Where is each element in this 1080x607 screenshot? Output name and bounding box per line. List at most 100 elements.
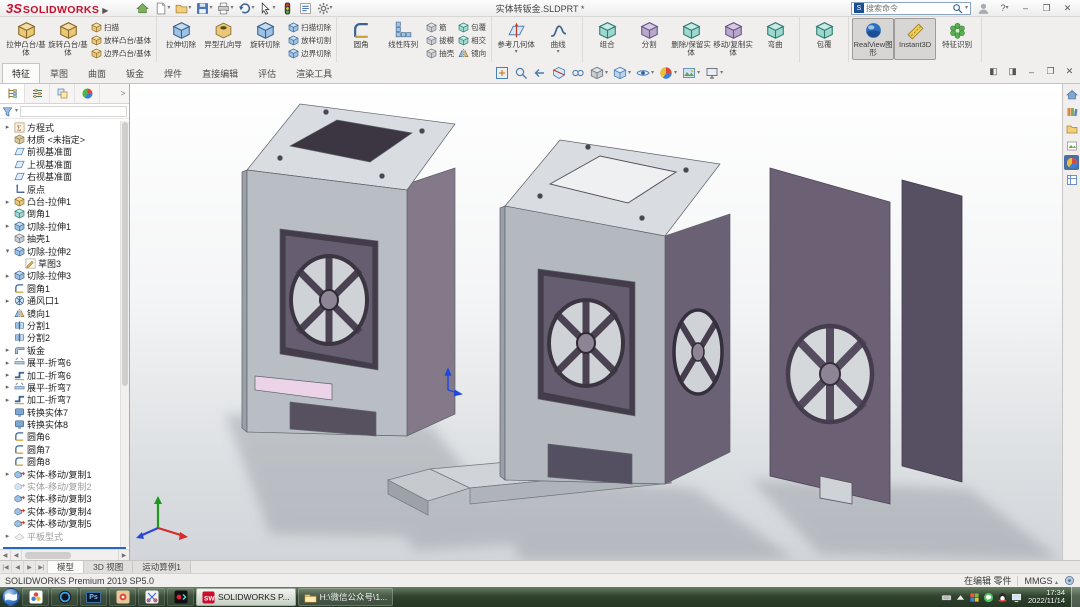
dropdown-icon[interactable]: ▾ xyxy=(720,70,723,76)
doctab-model[interactable]: 模型 xyxy=(48,561,84,573)
tree-item[interactable]: ▾切除-拉伸2 xyxy=(0,245,129,257)
tree-item[interactable]: ▸切除-拉伸1 xyxy=(0,220,129,232)
dropdown-icon[interactable]: ▾ xyxy=(651,70,654,76)
new-document-button[interactable]: ▾ xyxy=(152,1,172,16)
tree-item[interactable]: 实体-移动/复制3 xyxy=(0,493,129,505)
fillet-button[interactable]: 圆角 xyxy=(340,18,382,60)
minimize-button[interactable]: – xyxy=(1017,1,1034,16)
design-library-tab[interactable] xyxy=(1064,104,1079,119)
taskbar-app-launcher-colorful[interactable] xyxy=(22,588,49,606)
taskbar-clock[interactable]: 17:34 2022/11/14 xyxy=(1028,589,1065,606)
taskbar-folder-window[interactable]: H:\微信公众号\1... xyxy=(298,588,394,606)
tree-item[interactable]: 圆角7 xyxy=(0,443,129,455)
pane-tabs-overflow[interactable]: > xyxy=(117,84,129,103)
display-style-button[interactable]: ▾ xyxy=(612,65,632,81)
save-button[interactable]: ▾ xyxy=(194,1,214,16)
sweep-cut-button[interactable]: 扫描切除 xyxy=(288,21,331,33)
dropdown-icon[interactable]: ▾ xyxy=(674,70,677,76)
open-button[interactable]: ▾ xyxy=(173,1,193,16)
tree-item[interactable]: 实体-移动/复制2 xyxy=(0,480,129,492)
tree-item[interactable]: 材质 <未指定> xyxy=(0,133,129,145)
instant3d-button[interactable]: Instant3D xyxy=(894,18,936,60)
wrap-button[interactable]: 包覆 xyxy=(458,21,486,33)
tab-surfaces[interactable]: 曲面 xyxy=(78,63,116,83)
expand-icon[interactable]: ▸ xyxy=(3,470,12,478)
menu-flyout-icon[interactable]: ▶ xyxy=(102,6,108,15)
tree-item[interactable]: ▸Σ方程式 xyxy=(0,121,129,133)
tree-item[interactable]: 圆角8 xyxy=(0,456,129,468)
feature-recognition-button[interactable]: 特征识别 xyxy=(936,18,978,60)
tree-item[interactable]: 上视基准面 xyxy=(0,158,129,170)
show-hidden-icon[interactable] xyxy=(955,592,966,603)
tree-item[interactable]: 实体-移动/复制4 xyxy=(0,505,129,517)
taskbar-app-orange-capture[interactable] xyxy=(109,588,136,606)
tree-item[interactable]: ▸展平-折弯6 xyxy=(0,356,129,368)
tree-item[interactable]: ▸凸台-拉伸1 xyxy=(0,195,129,207)
combine-button[interactable]: 组合 xyxy=(586,18,628,60)
doctab-nav-3[interactable]: ▶| xyxy=(36,561,48,573)
dropdown-icon[interactable]: ▾ xyxy=(515,49,518,55)
mirror-button[interactable]: 镜向 xyxy=(458,47,486,59)
taskbar-photoshop[interactable]: Ps xyxy=(80,588,107,606)
tree-item[interactable]: ▸切除-拉伸3 xyxy=(0,270,129,282)
tree-item[interactable]: 倒角1 xyxy=(0,208,129,220)
display-icon[interactable] xyxy=(1011,592,1022,603)
tree-item[interactable]: ▸加工-折弯6 xyxy=(0,369,129,381)
reference-geometry-button[interactable]: 参考几何体▾ xyxy=(495,18,537,60)
unit-system[interactable]: MMGS ▴ xyxy=(1024,576,1058,586)
tree-item[interactable]: ▸实体-移动/复制1 xyxy=(0,468,129,480)
login-icon[interactable] xyxy=(975,1,992,16)
dropdown-icon[interactable]: ▾ xyxy=(605,70,608,76)
expand-icon[interactable]: ▸ xyxy=(3,532,12,540)
filter-input[interactable] xyxy=(20,106,127,117)
appearances-tab[interactable] xyxy=(1064,155,1079,170)
doctab-nav-2[interactable]: ▶ xyxy=(24,561,36,573)
edit-appearance-button[interactable]: ▾ xyxy=(658,65,678,81)
dropdown-icon[interactable]: ▾ xyxy=(251,5,254,11)
tree-item[interactable]: 分割2 xyxy=(0,332,129,344)
windows-update-icon[interactable] xyxy=(969,592,980,603)
tab-features[interactable]: 特征 xyxy=(2,63,40,83)
taskbar-app-oc-black[interactable] xyxy=(167,588,194,606)
tree-item[interactable]: 镜向1 xyxy=(0,307,129,319)
doctab-nav-0[interactable]: |◀ xyxy=(0,561,12,573)
keyboard-icon[interactable] xyxy=(941,592,952,603)
tree-item[interactable]: ▸加工-折弯7 xyxy=(0,394,129,406)
flex-button[interactable]: 弯曲 xyxy=(754,18,796,60)
dropdown-icon[interactable]: ▾ xyxy=(209,5,212,11)
doctab-other[interactable]: 运动算例1 xyxy=(133,561,191,573)
tree-item[interactable]: ▸展平-折弯7 xyxy=(0,381,129,393)
graphics-area[interactable] xyxy=(130,84,1062,560)
search-icon[interactable] xyxy=(952,3,963,14)
scroll-right-icon[interactable]: ▶ xyxy=(118,550,129,560)
dropdown-icon[interactable]: ▾ xyxy=(167,5,170,11)
tree-item[interactable]: 圆角1 xyxy=(0,282,129,294)
dimxpert-tab[interactable] xyxy=(75,84,100,103)
doctab-nav-1[interactable]: ◀ xyxy=(12,561,24,573)
tree-item[interactable]: ▸平板型式 xyxy=(0,530,129,542)
hscroll-thumb[interactable] xyxy=(25,552,71,559)
dropdown-icon[interactable]: ▾ xyxy=(272,5,275,11)
view-orientation-button[interactable]: ▾ xyxy=(589,65,609,81)
expand-icon[interactable]: ▸ xyxy=(3,222,12,230)
tree-item[interactable]: 分割1 xyxy=(0,319,129,331)
close-button[interactable]: ✕ xyxy=(1059,1,1076,16)
print-button[interactable]: ▾ xyxy=(215,1,235,16)
options-button[interactable]: ▾ xyxy=(315,1,335,16)
enclosure-right-body[interactable] xyxy=(500,140,730,484)
vscroll-thumb[interactable] xyxy=(122,122,128,386)
section-view-button[interactable] xyxy=(551,65,567,81)
doc-restore-icon[interactable]: ❐ xyxy=(1044,65,1057,78)
tree-item[interactable]: ▸钣金 xyxy=(0,344,129,356)
expand-icon[interactable]: ▸ xyxy=(3,123,12,131)
expand-icon[interactable]: ▸ xyxy=(3,198,12,206)
hide-show-items-button[interactable]: ▾ xyxy=(635,65,655,81)
dropdown-icon[interactable]: ▾ xyxy=(557,49,560,55)
view-palette-tab[interactable] xyxy=(1064,138,1079,153)
flat-panel-back[interactable] xyxy=(902,180,962,482)
boundary-cut-button[interactable]: 边界切除 xyxy=(288,47,331,59)
expand-icon[interactable]: ▸ xyxy=(3,371,12,379)
dropdown-icon[interactable]: ▾ xyxy=(188,5,191,11)
wrap-cylinder-button[interactable]: 包覆 xyxy=(803,18,845,60)
loft-button[interactable]: 放样凸台/基体 xyxy=(91,34,151,46)
